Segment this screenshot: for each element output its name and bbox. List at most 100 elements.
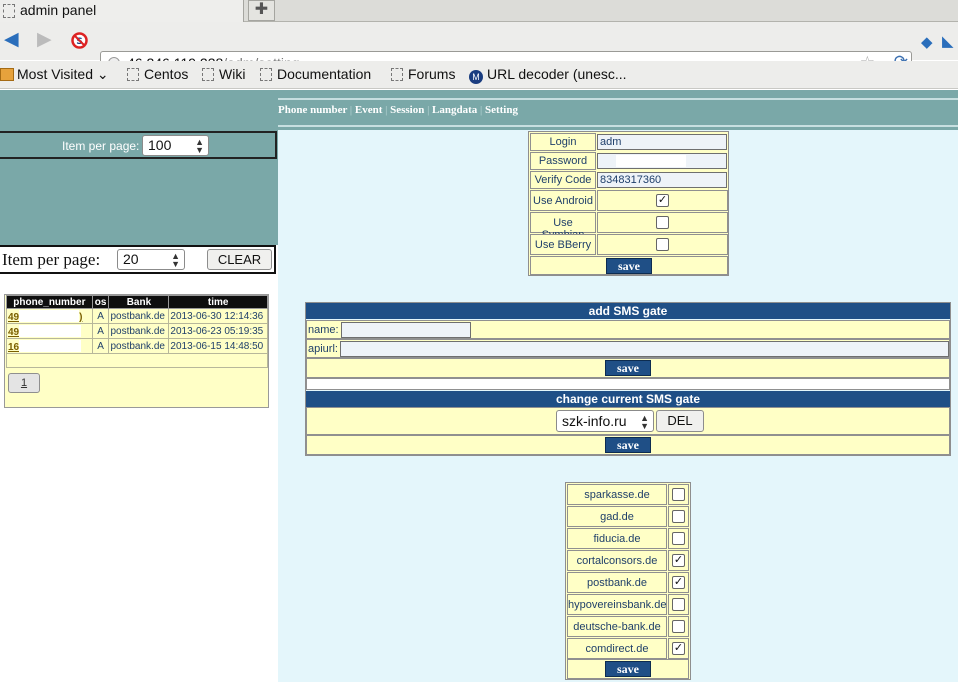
use-android-checkbox[interactable]: ✓ — [656, 194, 669, 207]
m-circle-icon: M — [469, 70, 483, 84]
table-row — [6, 353, 268, 368]
bank-name: gad.de — [600, 511, 634, 523]
time-cell: 2013-06-23 05:19:35 — [168, 323, 268, 339]
tab-bar: admin panel ✚ — [0, 0, 958, 22]
redaction — [616, 155, 686, 167]
nav-setting[interactable]: Setting — [485, 104, 518, 116]
symbian-label-cell: Use Symbian — [530, 212, 596, 241]
bookmark-wiki[interactable]: Wiki — [202, 66, 245, 82]
forward-arrow-icon[interactable]: ▶ — [37, 30, 52, 50]
bookmark-forums[interactable]: Forums — [391, 66, 455, 82]
login-label-cell: Login — [530, 133, 596, 151]
left-column: Item per page: 100 ▲ ▼ Item per page: 20 … — [0, 90, 278, 682]
bank-label-cell: cortalconsors.de — [567, 550, 667, 571]
bank-name: hypovereinsbank.de — [568, 599, 667, 611]
tab-admin-panel[interactable]: admin panel — [0, 0, 244, 22]
apiurl-row: apiurl: — [306, 339, 950, 358]
page-icon — [260, 68, 272, 81]
current-gate-select[interactable]: szk-info.ru ▲ ▼ — [556, 410, 654, 432]
clear-button[interactable]: CLEAR — [207, 249, 272, 270]
change-gate-save-button[interactable]: save — [605, 437, 651, 453]
column-header[interactable]: time — [168, 295, 268, 309]
nav-event[interactable]: Event — [355, 104, 383, 116]
column-header[interactable]: Bank — [108, 295, 170, 309]
nav-session[interactable]: Session — [390, 104, 424, 116]
updown-arrow-icon: ▲ ▼ — [640, 413, 649, 431]
bank-name: deutsche-bank.de — [573, 621, 661, 633]
use-bberry-checkbox[interactable] — [656, 238, 669, 251]
bank-checkbox[interactable]: ✓ — [672, 576, 685, 589]
gate-apiurl-input[interactable] — [340, 341, 949, 357]
top-banner: Phone number | Event | Session | Langdat… — [278, 90, 958, 130]
bookmark-most-visited[interactable]: Most Visited ⌄ — [0, 66, 109, 83]
phone-link[interactable]: 16 — [6, 338, 93, 354]
login-input[interactable]: adm — [597, 134, 727, 150]
items-per-page-select-2[interactable]: 20 ▲ ▼ — [117, 249, 185, 270]
bank-check-cell: ✓ — [668, 638, 689, 659]
phone-link[interactable]: 49) — [6, 308, 93, 324]
bank-checkbox[interactable]: ✓ — [672, 554, 685, 567]
banks-save-button[interactable]: save — [605, 661, 651, 677]
bank-checkbox[interactable] — [672, 488, 685, 501]
settings-form: Login adm Password Verify Code 834831736… — [528, 131, 729, 276]
page-button[interactable]: 1 — [8, 373, 40, 393]
verify-code-input[interactable]: 8348317360 — [597, 172, 727, 188]
bookmark-documentation[interactable]: Documentation — [260, 66, 371, 82]
bank-checkbox[interactable] — [672, 532, 685, 545]
bank-check-cell — [668, 506, 689, 527]
add-gate-save-button[interactable]: save — [605, 360, 651, 376]
bank-check-cell — [668, 594, 689, 615]
bank-check-cell — [668, 616, 689, 637]
verify-label-cell: Verify Code — [530, 171, 596, 189]
page-icon — [391, 68, 403, 81]
chevron-down-icon: ⌄ — [93, 66, 109, 82]
bank-check-cell: ✓ — [668, 572, 689, 593]
new-tab-button[interactable]: ✚ — [248, 0, 275, 21]
bank-checkbox[interactable] — [672, 510, 685, 523]
nav-phone-number[interactable]: Phone number — [278, 104, 347, 116]
bberry-label-cell: Use BBerry — [530, 234, 596, 255]
use-symbian-checkbox[interactable] — [656, 216, 669, 229]
bank-checkbox[interactable] — [672, 620, 685, 633]
bookmark-label: URL decoder (unesc... — [487, 66, 627, 82]
page-icon — [3, 4, 15, 18]
bookmark-label: Documentation — [277, 66, 372, 82]
sms-gate-panel: add SMS gate name: apiurl: save change c… — [305, 302, 951, 456]
bank-checkbox[interactable] — [672, 598, 685, 611]
extension-icon[interactable]: ◆ — [921, 33, 933, 53]
verify-code-label: Verify Code — [534, 174, 592, 186]
spacer-row — [306, 378, 950, 390]
extension-icon-2[interactable]: ◣ — [942, 32, 954, 52]
main-nav: Phone number | Event | Session | Langdat… — [278, 104, 518, 116]
bookmark-label: Most Visited — [17, 66, 93, 82]
gate-name-input[interactable] — [341, 322, 471, 338]
bookmark-centos[interactable]: Centos — [127, 66, 188, 82]
bank-name: postbank.de — [587, 577, 647, 589]
save-row: save — [530, 256, 728, 275]
bank-cell: postbank.de — [108, 308, 170, 324]
bookmarks-toolbar: Most Visited ⌄ Centos Wiki Documentation… — [0, 61, 958, 89]
table-row: 49) A postbank.de 2013-06-30 12:14:36 — [6, 308, 268, 324]
back-arrow-icon[interactable]: ◀ — [4, 30, 19, 50]
password-input[interactable] — [597, 153, 727, 169]
column-header[interactable]: os — [91, 295, 110, 309]
bank-checkbox[interactable]: ✓ — [672, 642, 685, 655]
tab-title: admin panel — [20, 2, 97, 18]
items-per-page-select[interactable]: 100 ▲ ▼ — [142, 135, 209, 156]
phone-link[interactable]: 49 — [6, 323, 93, 339]
navigation-bar: ◀ ▶ S 46.246.119.238/adm/setting ☆ ⌄ ⟳ ◆… — [0, 22, 958, 75]
apiurl-label: apiurl: — [308, 343, 338, 355]
bookmark-url-decoder[interactable]: M URL decoder (unesc... — [469, 66, 627, 84]
noscript-icon[interactable]: S — [71, 32, 88, 54]
change-save-row: save — [306, 435, 950, 455]
delete-gate-button[interactable]: DEL — [656, 410, 704, 432]
column-header[interactable]: phone_number — [6, 295, 93, 309]
left-filter-panel: Item per page: 100 ▲ ▼ — [0, 90, 278, 245]
items-per-page-bar: Item per page: 100 ▲ ▼ — [0, 131, 277, 159]
phone-table: phone_number os Bank time 49) A postbank… — [6, 295, 268, 368]
bank-cell: postbank.de — [108, 338, 170, 354]
select-value: szk-info.ru — [562, 413, 627, 429]
settings-save-button[interactable]: save — [606, 258, 652, 274]
nav-langdata[interactable]: Langdata — [432, 104, 477, 116]
bank-name: comdirect.de — [585, 643, 649, 655]
